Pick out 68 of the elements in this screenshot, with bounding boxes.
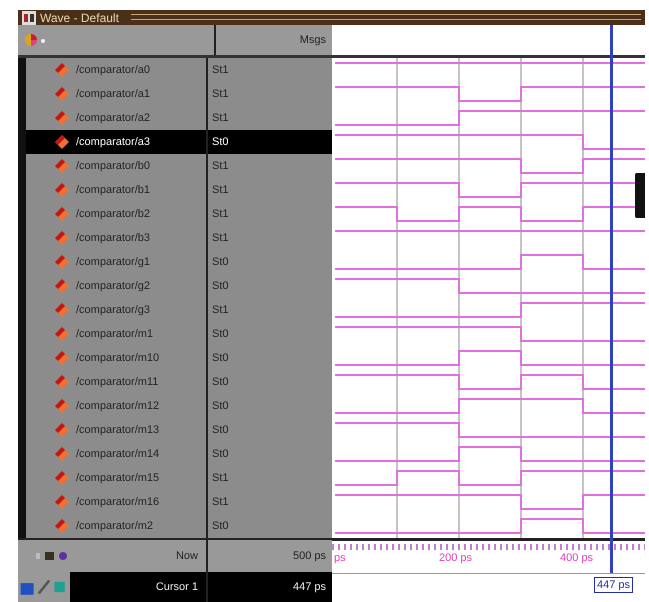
signal-row[interactable]: /comparator/m10 St0 xyxy=(26,346,332,370)
signal-value: St1 xyxy=(212,496,229,508)
signal-row[interactable]: /comparator/m11 St0 xyxy=(26,370,332,394)
signal-row[interactable]: /comparator/m16 St1 xyxy=(26,490,332,514)
signal-row[interactable]: /comparator/g3 St1 xyxy=(26,298,332,322)
signal-value: St1 xyxy=(212,472,229,484)
signal-value: St1 xyxy=(212,232,229,244)
signal-row[interactable]: /comparator/m15 St1 xyxy=(26,466,332,490)
signal-row[interactable]: /comparator/g1 St0 xyxy=(26,250,332,274)
signal-value: St0 xyxy=(212,352,229,364)
signal-row[interactable]: /comparator/a0 St1 xyxy=(26,58,332,82)
signal-name: /comparator/m11 xyxy=(76,376,158,388)
time-label: ps xyxy=(334,552,346,564)
signal-value: St1 xyxy=(212,64,229,76)
signal-value: St0 xyxy=(212,448,229,460)
cursor-label: Cursor 1 xyxy=(156,581,198,593)
signal-name: /comparator/b0 xyxy=(76,160,150,172)
signal-value: St1 xyxy=(212,184,229,196)
now-label: Now xyxy=(176,550,198,562)
cursor-time-marker[interactable]: 447 ps xyxy=(594,577,634,593)
signal-name: /comparator/g1 xyxy=(76,256,150,268)
signal-value: St0 xyxy=(212,520,229,532)
signal-value: St0 xyxy=(212,256,229,268)
signal-row[interactable]: /comparator/b3 St1 xyxy=(26,226,332,250)
signal-row[interactable]: /comparator/b2 St1 xyxy=(26,202,332,226)
signal-name: /comparator/g3 xyxy=(76,304,150,316)
signal-row[interactable]: /comparator/a3 St0 xyxy=(26,130,332,154)
signal-value: St0 xyxy=(212,424,229,436)
signal-name: /comparator/m16 xyxy=(76,496,160,508)
signal-row[interactable]: /comparator/b0 St1 xyxy=(26,154,332,178)
signal-row[interactable]: /comparator/a1 St1 xyxy=(26,82,332,106)
signal-row[interactable]: /comparator/m14 St0 xyxy=(26,442,332,466)
signal-name: /comparator/g2 xyxy=(76,280,150,292)
time-label: 400 ps xyxy=(560,552,594,564)
cursor-value: 447 ps xyxy=(292,581,326,593)
signal-name: /comparator/m15 xyxy=(76,472,160,484)
signal-value: St0 xyxy=(212,400,229,412)
signal-name: /comparator/a3 xyxy=(76,136,150,148)
signal-name: /comparator/m12 xyxy=(76,400,160,412)
signal-row[interactable]: /comparator/m13 St0 xyxy=(26,418,332,442)
signal-name: /comparator/a0 xyxy=(76,64,150,76)
signal-row[interactable]: /comparator/m12 St0 xyxy=(26,394,332,418)
signal-name: /comparator/m13 xyxy=(76,424,160,436)
signal-value: St0 xyxy=(212,136,229,148)
signal-name: /comparator/m10 xyxy=(76,352,160,364)
signal-name: /comparator/b2 xyxy=(76,208,150,220)
signal-value: St1 xyxy=(212,304,229,316)
signal-name: /comparator/a2 xyxy=(76,112,150,124)
signal-value: St1 xyxy=(212,208,229,220)
signal-name: /comparator/m1 xyxy=(76,328,154,340)
signal-value: St0 xyxy=(212,376,229,388)
signal-value: St1 xyxy=(212,160,229,172)
signal-name: /comparator/m14 xyxy=(76,448,160,460)
signal-row[interactable]: /comparator/m1 St0 xyxy=(26,322,332,346)
now-value: 500 ps xyxy=(292,550,326,562)
window-title: Wave - Default xyxy=(40,10,119,24)
time-label: 200 ps xyxy=(439,552,472,564)
signal-name: /comparator/m2 xyxy=(76,520,154,532)
signal-value: St0 xyxy=(212,328,229,340)
signal-value: St0 xyxy=(212,280,229,292)
signal-value: St1 xyxy=(212,112,229,124)
signal-name: /comparator/a1 xyxy=(76,88,150,100)
signal-row[interactable]: /comparator/g2 St0 xyxy=(26,274,332,298)
signal-name: /comparator/b3 xyxy=(76,232,150,244)
column-header: Msgs xyxy=(298,33,327,48)
signal-row[interactable]: /comparator/b1 St1 xyxy=(26,178,332,202)
signal-name: /comparator/b1 xyxy=(76,184,150,196)
signal-value: St1 xyxy=(212,88,229,100)
